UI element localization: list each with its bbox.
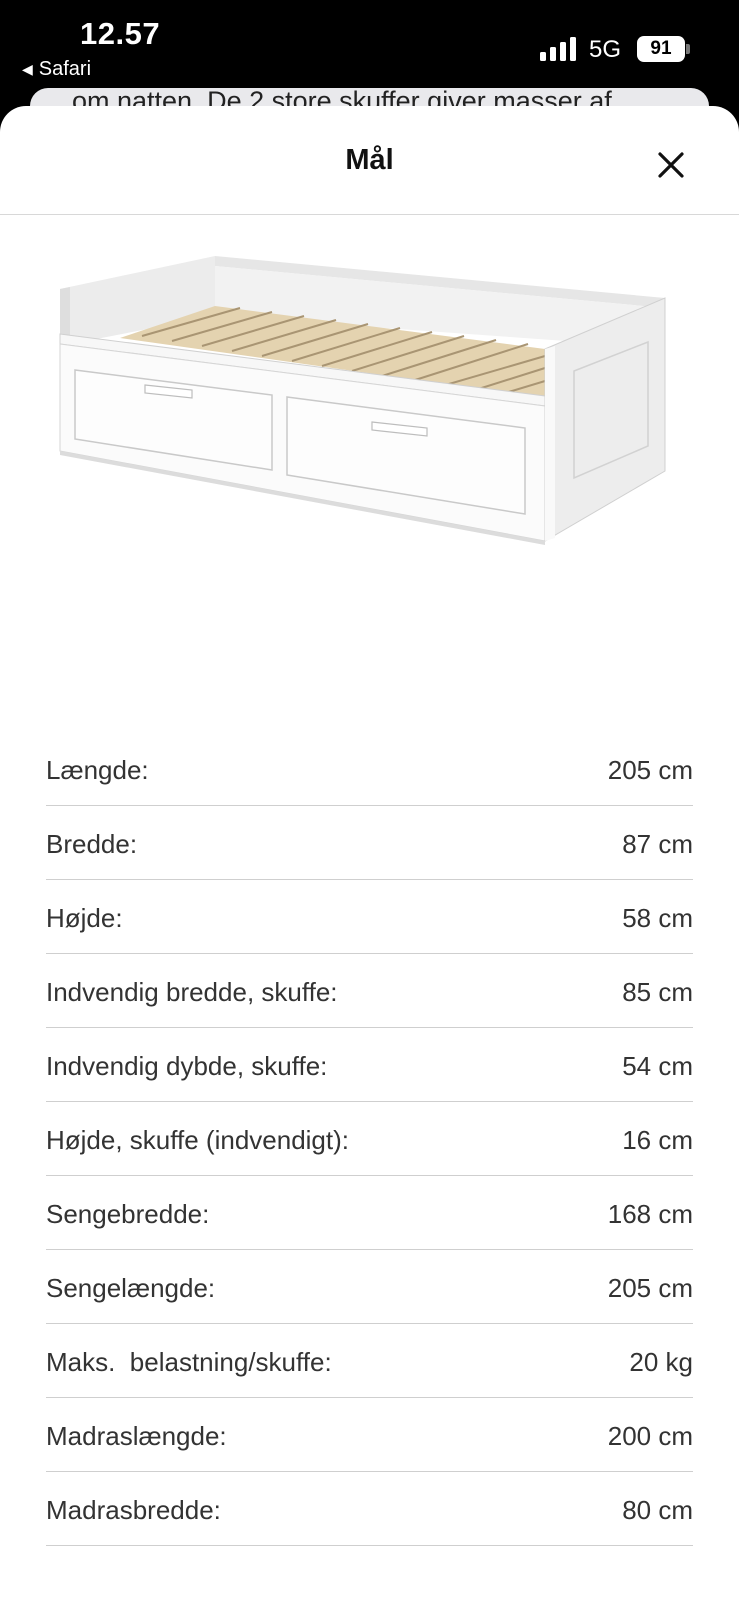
- dimension-value: 205 cm: [607, 1273, 693, 1303]
- dimension-value: 200 cm: [607, 1421, 693, 1451]
- back-app-label: Safari: [38, 58, 92, 80]
- dimension-row: Højde: 58 cm: [46, 880, 693, 954]
- dimension-value: 87 cm: [622, 829, 693, 859]
- dimension-label: Sengelængde:: [46, 1273, 216, 1303]
- dimension-label: Højde, skuffe (indvendigt):: [46, 1125, 349, 1155]
- dimension-value: 20 kg: [629, 1347, 693, 1377]
- dimension-row: Sengebredde: 168 cm: [46, 1176, 693, 1250]
- dimension-row: Højde, skuffe (indvendigt): 16 cm: [46, 1102, 693, 1176]
- product-image: [59, 256, 666, 545]
- network-label: 5G: [589, 36, 622, 63]
- back-arrow-icon: ◀: [22, 61, 33, 77]
- sheet-title: Mål: [345, 144, 394, 176]
- dimension-label: Bredde:: [46, 829, 138, 859]
- dimension-row: Længde: 205 cm: [46, 732, 693, 806]
- dimension-row: Indvendig dybde, skuffe: 54 cm: [46, 1028, 693, 1102]
- close-icon: [658, 152, 684, 178]
- dimension-row: Madrasbredde: 80 cm: [46, 1472, 693, 1546]
- battery-level: 91: [650, 38, 672, 59]
- dimension-value: 168 cm: [607, 1199, 693, 1229]
- status-bar: 12.57 ◀ Safari 5G 91: [0, 0, 739, 92]
- signal-icon: [540, 37, 576, 61]
- back-to-safari-link[interactable]: ◀ Safari: [22, 58, 91, 81]
- close-button[interactable]: [648, 142, 694, 188]
- dimension-label: Maks. belastning/skuffe:: [46, 1347, 332, 1377]
- battery-icon: 91: [637, 36, 685, 62]
- status-time: 12.57: [80, 16, 161, 51]
- dimension-row: Bredde: 87 cm: [46, 806, 693, 880]
- dimension-value: 80 cm: [622, 1495, 693, 1525]
- dimension-row: Maks. belastning/skuffe: 20 kg: [46, 1324, 693, 1398]
- dimension-label: Længde:: [46, 755, 149, 785]
- sheet-header: Mål: [0, 106, 739, 215]
- dimension-value: 205 cm: [607, 755, 693, 785]
- dimension-label: Indvendig bredde, skuffe:: [46, 977, 338, 1007]
- dimension-label: Sengebredde:: [46, 1199, 210, 1229]
- dimension-value: 58 cm: [622, 903, 693, 933]
- dimension-value: 85 cm: [622, 977, 693, 1007]
- dimension-row: Indvendig bredde, skuffe: 85 cm: [46, 954, 693, 1028]
- dimension-value: 54 cm: [622, 1051, 693, 1081]
- battery-nub: [686, 44, 690, 54]
- dimensions-sheet: Mål Længde: 205 cm Bredde: 87 cm Højde: …: [0, 106, 739, 1600]
- dimension-label: Indvendig dybde, skuffe:: [46, 1051, 328, 1081]
- dimension-label: Madrasbredde:: [46, 1495, 221, 1525]
- dimension-row: Madraslængde: 200 cm: [46, 1398, 693, 1472]
- dimensions-list: Længde: 205 cm Bredde: 87 cm Højde: 58 cm I…: [46, 732, 693, 1546]
- dimension-label: Højde:: [46, 903, 123, 933]
- dimension-row: Sengelængde: 205 cm: [46, 1250, 693, 1324]
- dimension-value: 16 cm: [622, 1125, 693, 1155]
- dimension-label: Madraslængde:: [46, 1421, 227, 1451]
